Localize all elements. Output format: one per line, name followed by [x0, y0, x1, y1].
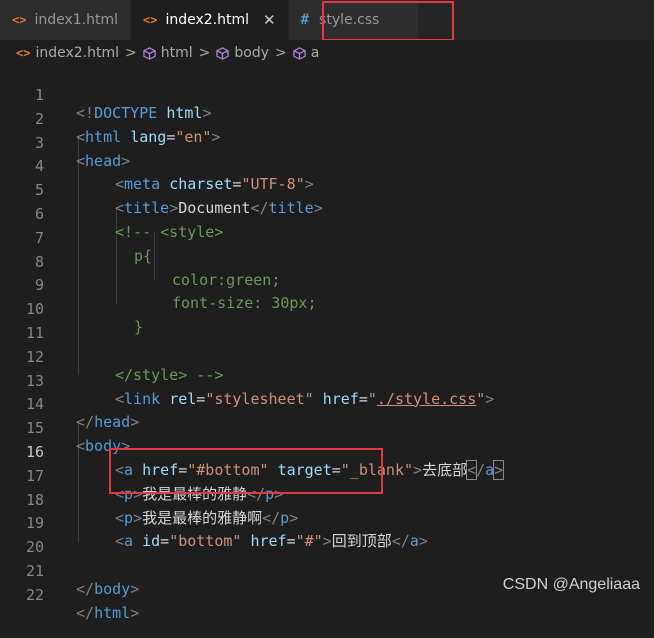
css-file-icon: # [300, 12, 310, 28]
code-line: 9 font-size: 30px; [0, 256, 654, 312]
tab-index2-html[interactable]: <> index2.html ✕ [131, 0, 289, 40]
code-line: 18 <p>我是最棒的雅静啊</p> [0, 471, 654, 527]
watermark: CSDN @Angeliaaa [502, 576, 640, 593]
breadcrumb: <> index2.html > html > body > a [0, 40, 654, 66]
code-line: 2 <html lang="en"> [0, 90, 654, 146]
code-line: 6 <!-- <style> [0, 185, 654, 241]
tab-style-css[interactable]: # style.css [288, 0, 419, 40]
code-line: 17 <p>我是最棒的雅静</p> [0, 447, 654, 503]
code-line: 20 [0, 518, 654, 556]
code-line: 15 <body> [0, 399, 654, 455]
code-line: 12 </style> --> [0, 328, 654, 384]
element-cube-icon [216, 46, 230, 60]
element-cube-icon [293, 46, 306, 60]
code-line: 8 color:green; [0, 233, 654, 289]
tab-label: index1.html [34, 12, 119, 28]
html-file-icon: <> [143, 13, 158, 27]
code-line: 1 <!DOCTYPE html> [0, 66, 654, 122]
tab-bar-empty-area [418, 0, 654, 40]
breadcrumb-item-a[interactable]: a [311, 45, 320, 61]
tab-label: index2.html [165, 12, 250, 28]
breadcrumb-item-html[interactable]: html [161, 45, 193, 61]
line-number: 22 [25, 585, 44, 604]
code-line: 4 <meta charset="UTF-8"> [0, 137, 654, 193]
tab-index1-html[interactable]: <> index1.html [0, 0, 132, 40]
code-line: 11 [0, 304, 654, 342]
tab-label: style.css [319, 12, 380, 28]
breadcrumb-separator: > [125, 45, 137, 61]
breadcrumb-separator: > [275, 45, 287, 61]
breadcrumb-item-file[interactable]: index2.html [35, 45, 119, 61]
code-line: 5 <title>Document</title> [0, 161, 654, 217]
code-line-current: 16 <a href="#bottom" target="_blank">去底部… [0, 423, 654, 480]
code-editor[interactable]: 1 <!DOCTYPE html> 2 <html lang="en"> 3 <… [0, 66, 654, 622]
element-cube-icon [143, 46, 156, 60]
code-line: 13 <link rel="stylesheet" href="./style.… [0, 352, 654, 408]
close-icon[interactable]: ✕ [263, 11, 276, 29]
code-line: 14 </head> [0, 375, 654, 431]
html-file-icon: <> [16, 46, 31, 60]
html-file-icon: <> [12, 13, 27, 27]
code-line: 19 <a id="bottom" href="#">回到顶部</a> [0, 494, 654, 550]
code-line: 10 } [0, 280, 654, 336]
code-line: 21 </body> [0, 542, 654, 598]
editor-tab-bar: <> index1.html <> index2.html ✕ # style.… [0, 0, 654, 40]
breadcrumb-separator: > [198, 45, 211, 61]
code-line: 7 p{ [0, 209, 654, 265]
code-line: 3 <head> [0, 114, 654, 170]
breadcrumb-item-body[interactable]: body [234, 45, 269, 61]
